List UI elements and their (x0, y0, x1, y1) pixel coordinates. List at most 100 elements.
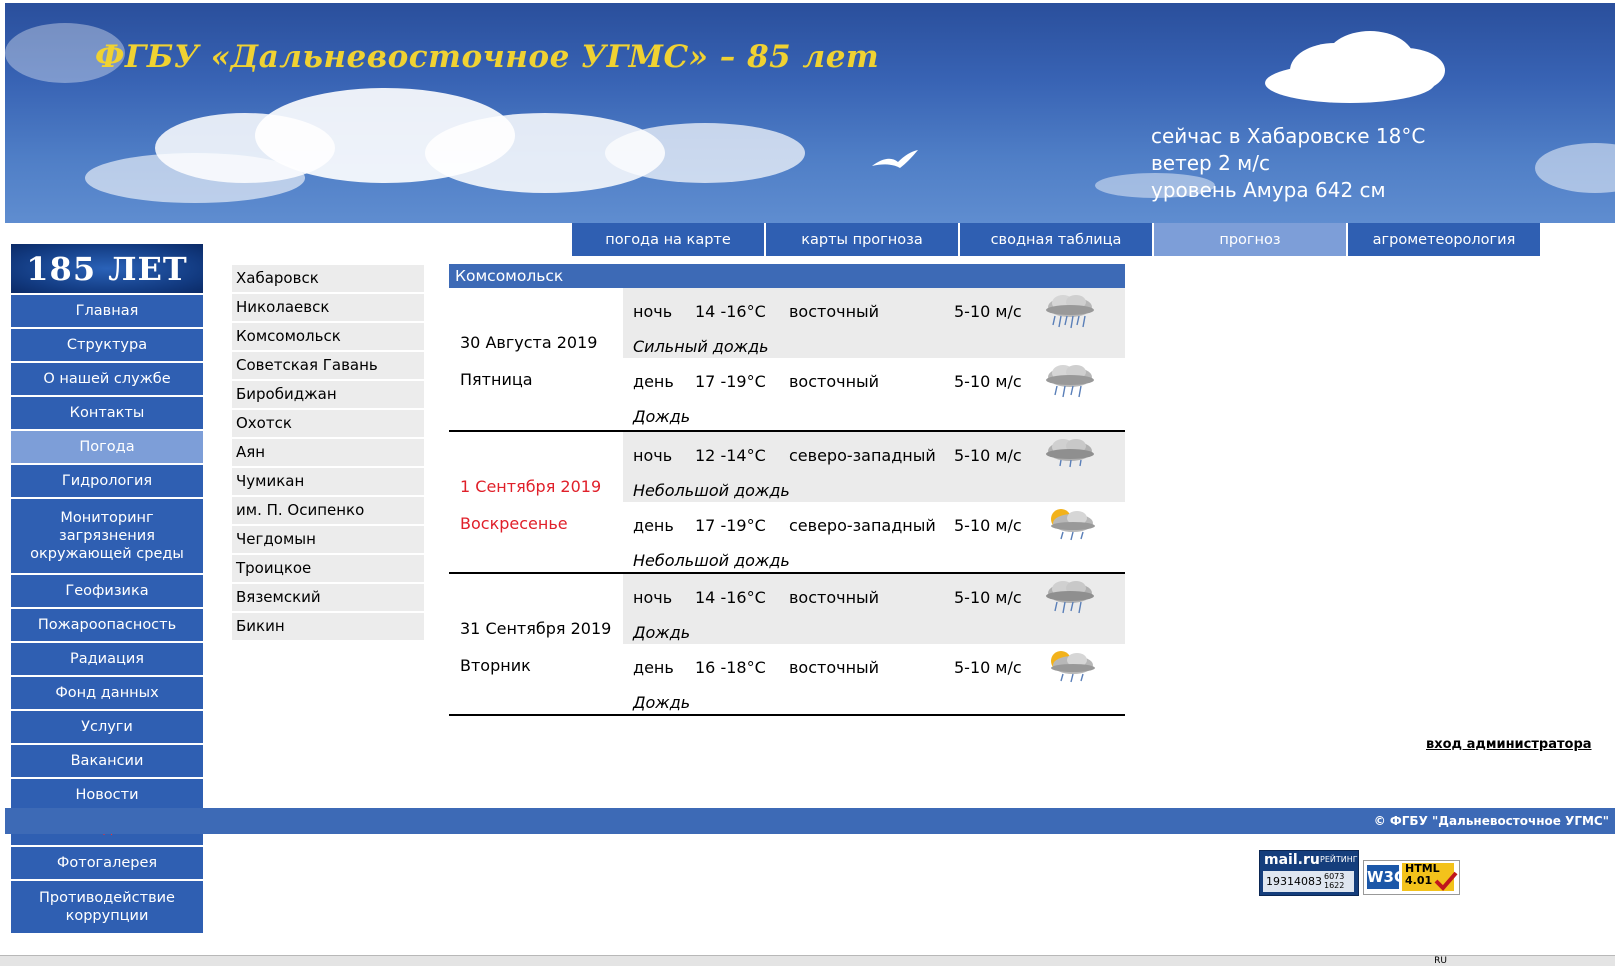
current-weather-box: сейчас в Хабаровске 18°C ветер 2 м/с уро… (1151, 123, 1425, 204)
weather-condition: Сильный дождь (633, 337, 769, 356)
heavy-rain-cloud-icon (1046, 295, 1094, 329)
rain-cloud-icon (1046, 365, 1094, 398)
mailru-count: 19314083 (1266, 875, 1322, 888)
menu-item-hydrology[interactable]: Гидрология (11, 465, 203, 499)
menu-item-weather[interactable]: Погода (11, 431, 203, 465)
forecast-night-row: ночь 14 -16°C восточный 5-10 м/с Сильный… (623, 288, 1125, 358)
forecast-day-row: день 16 -18°C восточный 5-10 м/с Дождь (623, 644, 1125, 714)
city-item[interactable]: Николаевск (232, 294, 424, 321)
city-item[interactable]: Хабаровск (232, 265, 424, 292)
mailru-logo: mail.ru (1264, 852, 1320, 868)
wind-speed: 5-10 м/с (954, 372, 1022, 391)
temperature: 16 -18°C (695, 658, 766, 677)
menu-item-home[interactable]: Главная (11, 295, 203, 329)
site-title: ФГБУ «Дальневосточное УГМС» – 85 лет (95, 39, 880, 75)
temperature: 14 -16°C (695, 588, 766, 607)
city-list: Хабаровск Николаевск Комсомольск Советск… (232, 265, 424, 642)
mailru-rating-label: РЕЙТИНГ (1320, 855, 1358, 864)
w3c-html-badge[interactable]: W3C HTML 4.01 (1363, 860, 1460, 895)
mailru-stat: 6073 (1324, 872, 1345, 881)
menu-item-radiation[interactable]: Радиация (11, 643, 203, 677)
period-label: ночь (633, 446, 673, 465)
tab-agrometeorology[interactable]: агрометеорология (1348, 223, 1540, 256)
forecast-weekday: Вторник (460, 656, 531, 675)
city-item[interactable]: Биробиджан (232, 381, 424, 408)
period-label: день (633, 516, 674, 535)
city-item[interactable]: Чумикан (232, 468, 424, 495)
menu-item-vacancies[interactable]: Вакансии (11, 745, 203, 779)
menu-item-geophysics[interactable]: Геофизика (11, 575, 203, 609)
wind-direction: восточный (789, 658, 880, 677)
mailru-rating-badge[interactable]: mail.ru РЕЙТИНГ 19314083 6073 1622 (1259, 850, 1359, 896)
wind-speed: 5-10 м/с (954, 588, 1022, 607)
checkmark-icon (1434, 871, 1458, 891)
city-item[interactable]: Советская Гавань (232, 352, 424, 379)
weather-condition: Небольшой дождь (633, 481, 790, 500)
city-item[interactable]: Троицкое (232, 555, 424, 582)
period-label: день (633, 658, 674, 677)
forecast-date: 1 Сентября 2019 (460, 477, 602, 496)
temperature: 14 -16°C (695, 302, 766, 321)
cloud-shape (1535, 143, 1615, 193)
forecast-day-row: день 17 -19°C северо-западный 5-10 м/с Н… (623, 502, 1125, 572)
period-label: ночь (633, 302, 673, 321)
forecast-night-row: ночь 14 -16°C восточный 5-10 м/с Дождь (623, 574, 1125, 644)
admin-login-link[interactable]: вход администратора (1426, 737, 1592, 752)
forecast-day: 1 Сентября 2019 Воскресенье ночь 12 -14°… (449, 432, 1125, 574)
os-taskbar: RU (0, 955, 1615, 966)
city-item[interactable]: Аян (232, 439, 424, 466)
current-temperature: сейчас в Хабаровске 18°C (1151, 124, 1426, 148)
period-label: день (633, 372, 674, 391)
wind-speed: 5-10 м/с (954, 302, 1022, 321)
menu-item-about[interactable]: О нашей службе (11, 363, 203, 397)
light-rain-cloud-icon (1046, 439, 1094, 468)
menu-item-fire-danger[interactable]: Пожароопасность (11, 609, 203, 643)
forecast-date: 30 Августа 2019 (460, 333, 598, 352)
temperature: 17 -19°C (695, 372, 766, 391)
cloud-shape (1265, 63, 1435, 103)
footer-bar: © ФГБУ "Дальневосточное УГМС" (5, 808, 1615, 834)
city-item[interactable]: Чегдомын (232, 526, 424, 553)
forecast-city-header: Комсомольск (449, 264, 1125, 288)
cloud-shape (85, 153, 305, 203)
weather-condition: Небольшой дождь (633, 551, 790, 570)
header-banner: ФГБУ «Дальневосточное УГМС» – 85 лет сей… (5, 3, 1615, 223)
tab-forecast[interactable]: прогноз (1154, 223, 1346, 256)
wind-direction: восточный (789, 302, 880, 321)
city-item[interactable]: Комсомольск (232, 323, 424, 350)
tab-forecast-maps[interactable]: карты прогноза (766, 223, 958, 256)
city-item[interactable]: им. П. Осипенко (232, 497, 424, 524)
forecast-date: 31 Сентября 2019 (460, 619, 612, 638)
menu-item-data-fund[interactable]: Фонд данных (11, 677, 203, 711)
period-label: ночь (633, 588, 673, 607)
mailru-stats: 6073 1622 (1324, 872, 1344, 890)
city-item[interactable]: Вяземский (232, 584, 424, 611)
menu-item-pollution-monitoring[interactable]: Мониторинг загрязнения окружающей среды (11, 499, 203, 575)
menu-item-services[interactable]: Услуги (11, 711, 203, 745)
anniversary-banner[interactable]: 185 ЛЕТ (11, 244, 203, 295)
tab-weather-map[interactable]: погода на карте (572, 223, 764, 256)
menu-item-photo-gallery[interactable]: Фотогалерея (11, 847, 203, 881)
menu-item-contacts[interactable]: Контакты (11, 397, 203, 431)
wind-direction: восточный (789, 372, 880, 391)
wind-speed: 5-10 м/с (954, 658, 1022, 677)
wind-direction: северо-западный (789, 446, 936, 465)
forecast-day: 30 Августа 2019 Пятница ночь 14 -16°C во… (449, 288, 1125, 432)
forecast-weekday: Воскресенье (460, 514, 568, 533)
temperature: 12 -14°C (695, 446, 766, 465)
city-item[interactable]: Бикин (232, 613, 424, 640)
amur-level: уровень Амура 642 см (1151, 178, 1386, 202)
w3c-logo: W3C (1367, 865, 1405, 889)
menu-item-structure[interactable]: Структура (11, 329, 203, 363)
tab-summary-table[interactable]: сводная таблица (960, 223, 1152, 256)
mailru-stat: 1622 (1324, 881, 1345, 890)
menu-item-anti-corruption[interactable]: Противодействие коррупции (11, 881, 203, 935)
forecast-day: 31 Сентября 2019 Вторник ночь 14 -16°C в… (449, 574, 1125, 716)
weather-condition: Дождь (633, 693, 691, 712)
current-wind: ветер 2 м/с (1151, 151, 1271, 175)
top-nav: погода на карте карты прогноза сводная т… (572, 223, 1542, 256)
seagull-icon (872, 150, 918, 168)
wind-direction: восточный (789, 588, 880, 607)
city-item[interactable]: Охотск (232, 410, 424, 437)
weather-condition: Дождь (633, 623, 691, 642)
